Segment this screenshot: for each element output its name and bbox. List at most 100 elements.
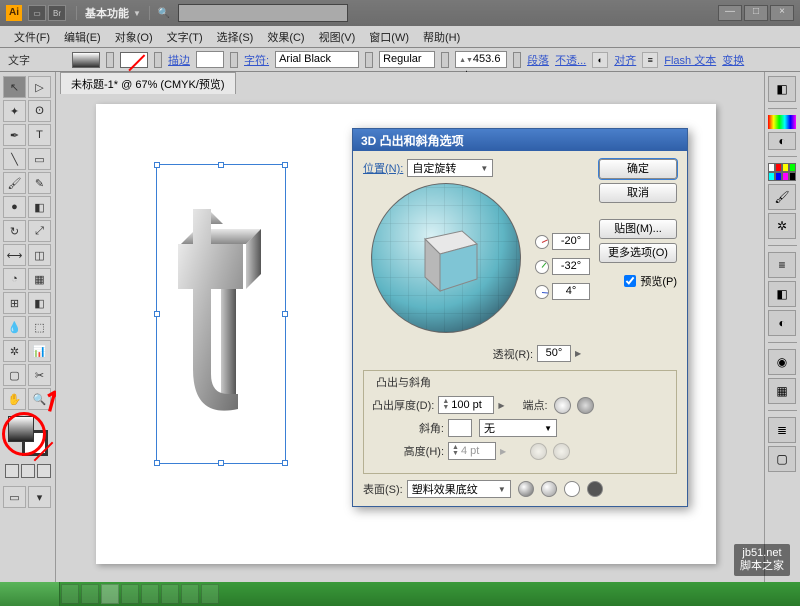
ok-button[interactable]: 确定: [599, 159, 677, 179]
hand-tool[interactable]: ✋: [3, 388, 26, 410]
color-mode[interactable]: [5, 464, 19, 478]
x-angle-field[interactable]: -20°: [552, 233, 590, 250]
width-tool[interactable]: ⟷: [3, 244, 26, 266]
lasso-tool[interactable]: ʘ: [28, 100, 51, 122]
bridge-icon[interactable]: Br: [48, 5, 66, 21]
stroke-weight[interactable]: [196, 51, 224, 68]
3d-letter-t[interactable]: [166, 194, 276, 424]
stroke-swatch[interactable]: [120, 52, 148, 68]
cap-on-button[interactable]: [554, 397, 571, 414]
menu-type[interactable]: 文字(T): [161, 27, 209, 47]
brushes-icon[interactable]: 🖌: [768, 184, 796, 210]
font-size[interactable]: ▲▼453.6 pt: [455, 51, 507, 68]
taskbar-item[interactable]: [181, 584, 199, 604]
menu-edit[interactable]: 编辑(E): [58, 27, 107, 47]
document-tab[interactable]: 未标题-1* @ 67% (CMYK/预览): [60, 72, 236, 95]
opacity-link[interactable]: 不透...: [555, 52, 586, 68]
maximize-button[interactable]: □: [744, 5, 768, 21]
zoom-tool[interactable]: 🔍: [28, 388, 51, 410]
panel-icon-1[interactable]: ◧: [768, 76, 796, 102]
menu-view[interactable]: 视图(V): [313, 27, 362, 47]
depth-field[interactable]: ▲▼100 pt: [438, 396, 494, 414]
start-button[interactable]: [0, 582, 60, 606]
menu-window[interactable]: 窗口(W): [363, 27, 415, 47]
paragraph-link[interactable]: 段落: [527, 52, 549, 68]
stroke-link[interactable]: 描边: [168, 52, 190, 68]
menu-help[interactable]: 帮助(H): [417, 27, 466, 47]
magic-wand-tool[interactable]: ✦: [3, 100, 26, 122]
fill-stroke-control[interactable]: [8, 416, 48, 456]
opacity-icon[interactable]: ◐: [592, 52, 608, 68]
menu-file[interactable]: 文件(F): [8, 27, 56, 47]
close-button[interactable]: ×: [770, 5, 794, 21]
taskbar-item[interactable]: [141, 584, 159, 604]
font-dd[interactable]: [365, 52, 373, 68]
minimize-button[interactable]: —: [718, 5, 742, 21]
taskbar-item[interactable]: [61, 584, 79, 604]
pencil-tool[interactable]: ✎: [28, 172, 51, 194]
fill-dropdown[interactable]: [106, 52, 114, 68]
gradient-mode[interactable]: [21, 464, 35, 478]
taskbar-item[interactable]: [201, 584, 219, 604]
position-label[interactable]: 位置(N):: [363, 160, 403, 176]
taskbar-item[interactable]: [161, 584, 179, 604]
search-input[interactable]: [178, 4, 348, 22]
blob-brush-tool[interactable]: ●: [3, 196, 26, 218]
font-style[interactable]: Regular: [379, 51, 435, 68]
rotation-orbit[interactable]: [371, 183, 521, 333]
font-family[interactable]: Arial Black: [275, 51, 359, 68]
blend-tool[interactable]: ⬚: [28, 316, 51, 338]
mesh-tool[interactable]: ⊞: [3, 292, 26, 314]
menu-object[interactable]: 对象(O): [109, 27, 159, 47]
stroke-weight-dd[interactable]: [230, 52, 238, 68]
free-transform-tool[interactable]: ◫: [28, 244, 51, 266]
gradient-panel-icon[interactable]: ◧: [768, 281, 796, 307]
align-icon[interactable]: ≡: [642, 52, 658, 68]
stroke-panel-icon[interactable]: ≡: [768, 252, 796, 278]
symbols-icon[interactable]: ✲: [768, 213, 796, 239]
fill-swatch[interactable]: [72, 52, 100, 68]
transparency-icon[interactable]: ◐: [768, 310, 796, 336]
swatches-icon[interactable]: [768, 163, 796, 181]
slice-tool[interactable]: ✂: [28, 364, 51, 386]
layers-icon[interactable]: ≣: [768, 417, 796, 443]
selection-tool[interactable]: ↖: [3, 76, 26, 98]
layout-icon[interactable]: ▭: [28, 5, 46, 21]
direct-selection-tool[interactable]: ▷: [28, 76, 51, 98]
screen-mode-dd[interactable]: ▾: [28, 486, 51, 508]
shape-builder-tool[interactable]: ◔: [3, 268, 26, 290]
bevel-select[interactable]: 无▼: [479, 419, 557, 437]
rectangle-tool[interactable]: ▭: [28, 148, 51, 170]
artboards-icon[interactable]: ▢: [768, 446, 796, 472]
rotate-tool[interactable]: ↻: [3, 220, 26, 242]
graph-tool[interactable]: 📊: [28, 340, 51, 362]
menu-effect[interactable]: 效果(C): [261, 27, 310, 47]
y-angle-field[interactable]: -32°: [552, 258, 590, 275]
z-angle-field[interactable]: 4°: [552, 283, 590, 300]
type-tool[interactable]: T: [28, 124, 51, 146]
paintbrush-tool[interactable]: 🖌: [3, 172, 26, 194]
artboard-tool[interactable]: ▢: [3, 364, 26, 386]
cap-off-button[interactable]: [577, 397, 594, 414]
menu-select[interactable]: 选择(S): [211, 27, 260, 47]
scale-tool[interactable]: ⤢: [28, 220, 51, 242]
color-guide-icon[interactable]: ◐: [768, 132, 796, 150]
workspace-switcher[interactable]: 基本功能: [85, 5, 129, 21]
flash-text-link[interactable]: Flash 文本: [664, 52, 716, 68]
appearance-icon[interactable]: ◉: [768, 349, 796, 375]
style-dd[interactable]: [441, 52, 449, 68]
align-link[interactable]: 对齐: [614, 52, 636, 68]
taskbar-item[interactable]: [121, 584, 139, 604]
character-link[interactable]: 字符:: [244, 52, 269, 68]
taskbar-item[interactable]: [81, 584, 99, 604]
perspective-field[interactable]: 50°: [537, 345, 571, 362]
position-select[interactable]: 自定旋转▼: [407, 159, 493, 177]
size-dd[interactable]: [513, 52, 521, 68]
screen-mode[interactable]: ▭: [3, 486, 26, 508]
line-tool[interactable]: ╲: [3, 148, 26, 170]
stroke-dropdown[interactable]: [154, 52, 162, 68]
perspective-tool[interactable]: ▦: [28, 268, 51, 290]
color-panel-icon[interactable]: [768, 115, 796, 129]
eraser-tool[interactable]: ◧: [28, 196, 51, 218]
surface-select[interactable]: 塑料效果底纹▼: [407, 480, 511, 498]
